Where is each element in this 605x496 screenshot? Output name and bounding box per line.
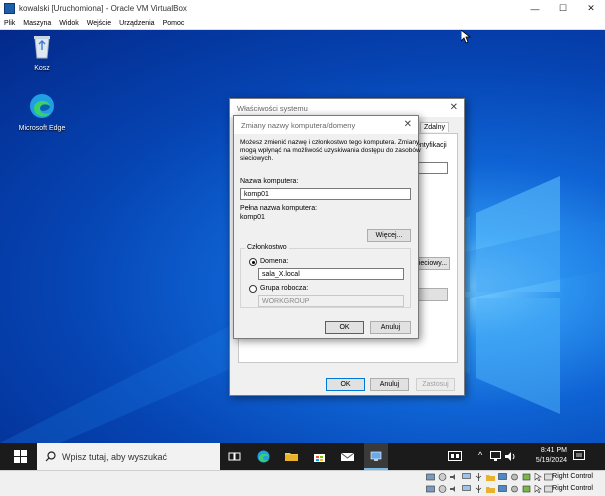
mouse-integration-icon[interactable] — [534, 473, 543, 481]
apply-button[interactable]: Zastosuj — [416, 378, 455, 391]
usb-icon[interactable] — [474, 473, 483, 481]
mouse-integration-icon[interactable] — [534, 485, 543, 493]
full-name-value: komp01 — [240, 214, 265, 221]
cancel-button[interactable]: Anuluj — [370, 378, 409, 391]
cpu-icon[interactable] — [522, 485, 531, 493]
cpu-icon[interactable] — [522, 473, 531, 481]
system-properties-icon — [370, 451, 382, 461]
display-icon[interactable] — [498, 473, 507, 481]
mail-icon[interactable] — [341, 450, 354, 463]
taskbar: Wpisz tutaj, aby wyszukać ^ 8:41 PM 5/19… — [0, 443, 605, 470]
virtualbox-menu-bar: Plik Maszyna Widok Wejście Urządzenia Po… — [0, 17, 605, 30]
desktop-icon-edge[interactable]: Microsoft Edge — [14, 92, 70, 132]
ok-button[interactable]: OK — [325, 321, 364, 334]
windows-start-icon[interactable] — [14, 450, 27, 463]
guest-desktop: Kosz Microsoft Edge Właściwości systemu … — [0, 30, 605, 443]
tab-remote[interactable]: Zdalny — [420, 122, 450, 132]
menu-plik[interactable]: Plik — [0, 20, 19, 27]
hard-disk-icon[interactable] — [426, 485, 435, 493]
chevron-up-icon[interactable]: ^ — [478, 450, 482, 460]
optical-drive-icon[interactable] — [438, 485, 447, 493]
notifications-icon[interactable] — [573, 450, 585, 462]
virtualbox-title-bar: kowalski [Uruchomiona] - Oracle VM Virtu… — [0, 0, 605, 17]
desktop-icon-label: Microsoft Edge — [18, 125, 66, 132]
taskbar-search-box[interactable]: Wpisz tutaj, aby wyszukać — [37, 443, 220, 470]
search-placeholder: Wpisz tutaj, aby wyszukać — [62, 451, 168, 462]
intro-line-1: Możesz zmienić nazwę i członkostwo tego … — [240, 139, 420, 146]
window-title: kowalski [Uruchomiona] - Oracle VM Virtu… — [19, 4, 187, 13]
audio-icon[interactable] — [450, 485, 459, 493]
usb-icon[interactable] — [474, 485, 483, 493]
computer-name-input[interactable]: komp01 — [240, 188, 411, 200]
close-button[interactable]: ✕ — [577, 0, 605, 17]
intro-line-3: sieciowych. — [240, 155, 274, 162]
optical-drive-icon[interactable] — [438, 473, 447, 481]
network-adapter-icon[interactable] — [462, 485, 471, 493]
workgroup-radio[interactable] — [249, 285, 257, 293]
more-button[interactable]: Więcej... — [367, 229, 411, 242]
file-explorer-icon[interactable] — [285, 450, 298, 463]
recording-icon[interactable] — [510, 473, 519, 481]
window-controls: — ☐ ✕ — [521, 0, 605, 17]
ok-button[interactable]: OK — [326, 378, 365, 391]
recycle-bin-icon — [34, 36, 50, 59]
partial-field — [416, 162, 448, 174]
network-id-button[interactable]: ieciowy... — [416, 257, 450, 270]
clock-date: 5/19/2024 — [535, 457, 567, 464]
shared-folders-icon[interactable] — [486, 485, 495, 493]
hard-disk-icon[interactable] — [426, 473, 435, 481]
close-icon[interactable]: ✕ — [450, 102, 458, 113]
edge-icon — [30, 94, 54, 118]
computer-name-label: Nazwa komputera: — [240, 178, 299, 185]
host-key-label-bottom: Right Control — [552, 485, 593, 492]
domain-radio[interactable] — [249, 258, 257, 266]
active-app-indicator[interactable] — [364, 443, 388, 470]
store-icon[interactable] — [313, 450, 326, 463]
virtualbox-icon — [4, 3, 15, 14]
volume-icon[interactable] — [505, 451, 516, 462]
menu-maszyna[interactable]: Maszyna — [19, 20, 55, 27]
close-icon[interactable]: ✕ — [404, 119, 412, 130]
task-view-icon[interactable] — [228, 450, 241, 463]
workgroup-label: Grupa robocza: — [260, 285, 309, 292]
intro-line-2: mogą wpłynąć na możliwość uzyskiwania do… — [240, 147, 421, 154]
workgroup-input[interactable]: WORKGROUP — [258, 295, 404, 307]
mouse-cursor-icon — [461, 30, 471, 44]
rename-computer-dialog: Zmiany nazwy komputera/domeny ✕ Możesz z… — [233, 115, 421, 339]
rename-dialog-title-bar: Zmiany nazwy komputera/domeny ✕ — [234, 116, 418, 134]
minimize-button[interactable]: — — [521, 0, 549, 17]
menu-pomoc[interactable]: Pomoc — [159, 20, 189, 27]
cancel-button[interactable]: Anuluj — [370, 321, 411, 334]
virtualbox-tray-icon[interactable] — [448, 451, 462, 461]
dialog-title: Zmiany nazwy komputera/domeny — [241, 120, 356, 130]
audio-icon[interactable] — [450, 473, 459, 481]
shared-folders-icon[interactable] — [486, 473, 495, 481]
menu-wejscie[interactable]: Wejście — [83, 20, 115, 27]
network-icon[interactable] — [490, 451, 501, 462]
network-adapter-icon[interactable] — [462, 473, 471, 481]
full-name-label: Pełna nazwa komputera: — [240, 205, 318, 212]
taskbar-clock[interactable]: 8:41 PM 5/19/2024 — [536, 446, 567, 466]
display-icon[interactable] — [498, 485, 507, 493]
desktop-icon-recycle-bin[interactable]: Kosz — [14, 32, 70, 72]
desktop-icon-label: Kosz — [34, 65, 50, 72]
menu-widok[interactable]: Widok — [55, 20, 82, 27]
host-key-label-top: Right Control — [552, 473, 593, 480]
clock-time: 8:41 PM — [540, 447, 567, 454]
edge-icon[interactable] — [257, 450, 270, 463]
search-icon — [45, 451, 56, 462]
intro-text: Możesz zmienić nazwę i członkostwo tego … — [240, 139, 421, 163]
domain-label: Domena: — [260, 258, 289, 265]
maximize-button[interactable]: ☐ — [549, 0, 577, 17]
menu-urzadzenia[interactable]: Urządzenia — [115, 20, 158, 27]
dialog-title: Właściwości systemu — [237, 103, 308, 113]
domain-input[interactable]: sala_X.local — [258, 268, 404, 280]
membership-label: Członkostwo — [245, 244, 289, 251]
change-button-partial[interactable] — [416, 288, 448, 301]
virtualbox-status-bar: Right Control Right Control — [0, 470, 605, 496]
recording-icon[interactable] — [510, 485, 519, 493]
